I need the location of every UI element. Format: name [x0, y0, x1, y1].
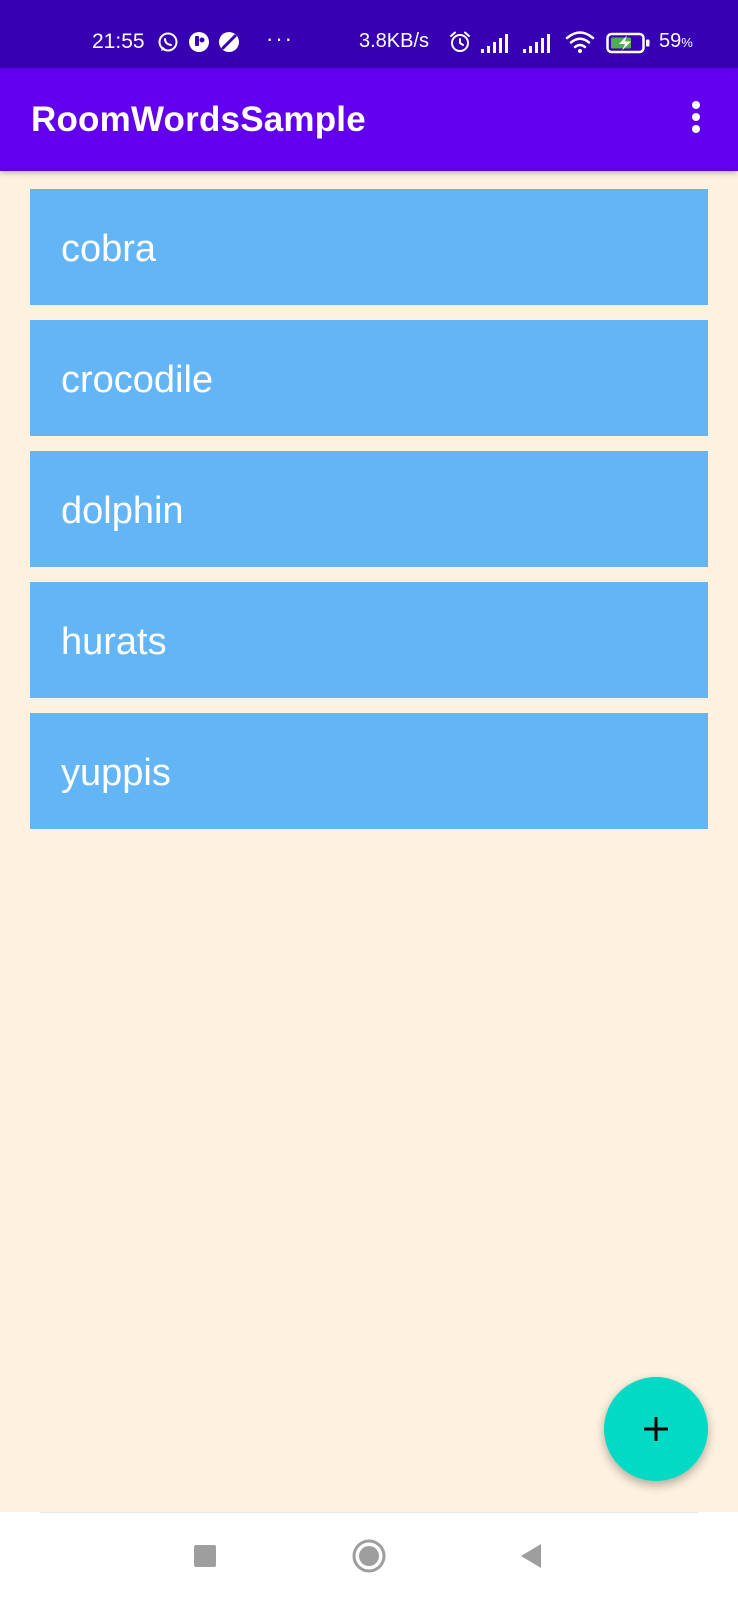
battery-charging-icon	[606, 32, 650, 54]
back-button[interactable]	[507, 1532, 555, 1580]
word-text: crocodile	[61, 359, 214, 401]
notification-app-icon	[189, 32, 209, 52]
word-text: cobra	[61, 228, 157, 270]
back-triangle-icon	[521, 1544, 541, 1568]
word-list-item[interactable]: hurats	[30, 582, 708, 698]
word-list-item[interactable]: crocodile	[30, 320, 708, 436]
recents-square-icon	[194, 1545, 216, 1567]
word-list-item[interactable]: yuppis	[30, 713, 708, 829]
app-bar: RoomWordsSample	[0, 68, 738, 171]
signal-icon	[481, 34, 508, 53]
network-speed: 3.8KB/s	[359, 30, 430, 52]
word-text: yuppis	[61, 752, 171, 794]
browser-icon	[219, 32, 239, 52]
app-title: RoomWordsSample	[31, 100, 366, 139]
add-word-button[interactable]	[604, 1377, 708, 1481]
wifi-icon	[565, 31, 595, 53]
home-circle-icon	[352, 1539, 386, 1573]
word-text: dolphin	[61, 490, 184, 532]
plus-icon	[644, 1417, 668, 1441]
whatsapp-icon	[158, 32, 178, 52]
home-button[interactable]	[345, 1532, 393, 1580]
word-text: hurats	[61, 621, 167, 663]
status-time: 21:55	[92, 30, 145, 53]
battery-percent: 59%	[659, 30, 693, 52]
system-navigation-bar	[0, 1512, 738, 1600]
nav-divider	[40, 1512, 698, 1513]
status-more-notifications: ···	[266, 26, 294, 51]
word-list-item[interactable]: dolphin	[30, 451, 708, 567]
alarm-icon	[450, 31, 470, 52]
status-bar: 21:55 ··· 3.8KB/s 59%	[0, 0, 738, 68]
recents-button[interactable]	[181, 1532, 229, 1580]
more-vert-icon[interactable]	[676, 101, 716, 141]
word-list: cobra crocodile dolphin hurats yuppis	[30, 189, 708, 844]
signal-icon	[523, 34, 550, 53]
word-list-item[interactable]: cobra	[30, 189, 708, 305]
